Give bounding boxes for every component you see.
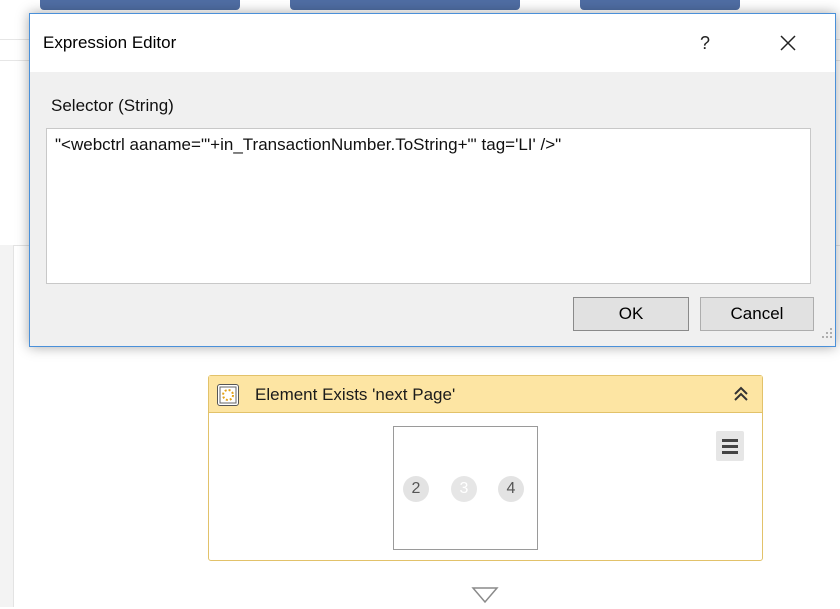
element-screenshot-preview: 2 3 4 [393,426,538,550]
element-exists-icon [217,384,239,406]
activity-title: Element Exists 'next Page' [255,385,456,404]
expression-textarea[interactable]: "<webctrl aaname='"+in_TransactionNumber… [46,128,811,284]
dialog-titlebar[interactable]: Expression Editor ? [30,14,835,72]
dialog-title: Expression Editor [43,33,177,52]
background-tab [290,0,520,10]
expression-editor-dialog: Expression Editor ? Selector (String) "<… [29,13,836,347]
close-icon[interactable] [768,26,808,60]
cancel-button[interactable]: Cancel [700,297,814,331]
selector-label: Selector (String) [51,96,174,115]
resize-grip-icon[interactable] [821,326,833,344]
page-number: 3 [451,476,477,502]
page-number: 4 [498,476,524,502]
double-chevron-up-icon[interactable] [732,385,750,403]
canvas-left-gutter [0,245,14,607]
hamburger-menu-icon[interactable] [716,431,744,461]
ok-button[interactable]: OK [573,297,689,331]
down-triangle-icon [471,586,499,609]
help-button[interactable]: ? [690,26,720,60]
page-number: 2 [403,476,429,502]
background-tab [580,0,740,10]
element-exists-activity[interactable]: Element Exists 'next Page' 2 3 4 [208,375,763,561]
background-tab [40,0,240,10]
activity-header[interactable]: Element Exists 'next Page' [209,376,762,413]
